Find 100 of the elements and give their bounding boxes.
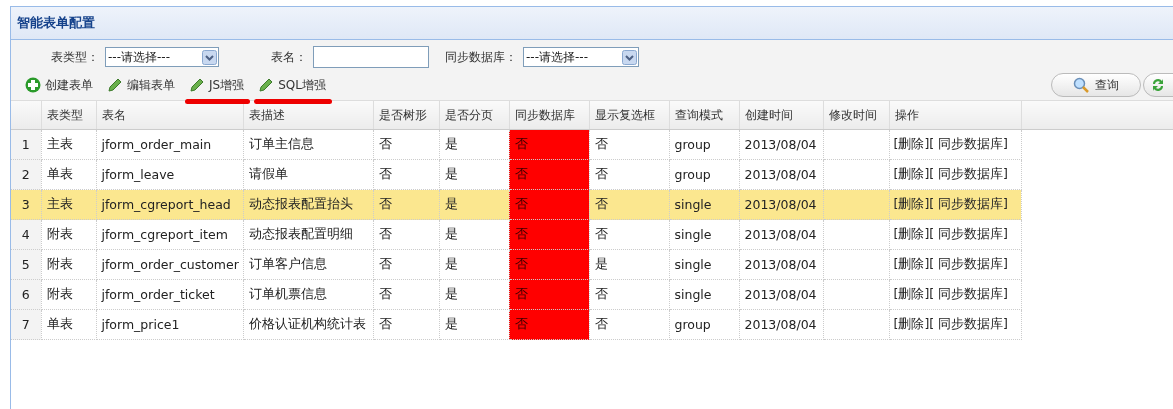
- table-row[interactable]: 1 主表 jform_order_main 订单主信息 否 是 否 否 group 2013/08/04 [删除][ 同步数据库]: [11, 129, 1173, 160]
- filter-label: 同步数据库：: [445, 48, 517, 66]
- search-button[interactable]: 查询: [1051, 73, 1141, 97]
- table-cell: [823, 219, 889, 250]
- table-cell: 否: [373, 279, 439, 310]
- table-cell: 订单主信息: [243, 129, 373, 160]
- toolbar-button[interactable]: 创建表单: [25, 76, 93, 94]
- panel-title: 智能表单配置: [11, 7, 1173, 40]
- table-cell: 否: [509, 219, 589, 250]
- table-cell: 请假单: [243, 159, 373, 190]
- action-link[interactable]: [ 同步数据库]: [929, 136, 1008, 151]
- table-cell: 否: [509, 189, 589, 220]
- table-row[interactable]: 3 主表 jform_cgreport_head 动态报表配置抬头 否 是 否 否 single 2013/08/04 [删除][ 同步数据库]: [11, 189, 1173, 220]
- table-cell: 主表: [41, 129, 96, 160]
- action-link[interactable]: [删除]: [893, 256, 930, 271]
- action-link[interactable]: [ 同步数据库]: [929, 286, 1008, 301]
- table-row[interactable]: 7 单表 jform_price1 价格认证机构统计表 否 是 否 否 group 2013/08/04 [删除][ 同步数据库]: [11, 309, 1173, 340]
- table-cell: 否: [589, 279, 669, 310]
- action-link[interactable]: [删除]: [893, 226, 930, 241]
- table-cell: 否: [373, 189, 439, 220]
- column-header[interactable]: 是否树形: [373, 101, 439, 130]
- table-cell: 附表: [41, 279, 96, 310]
- table-cell: 否: [373, 219, 439, 250]
- table-cell: 否: [589, 189, 669, 220]
- table-cell: 2013/08/04: [739, 129, 823, 160]
- refresh-icon: [1150, 77, 1166, 93]
- action-link[interactable]: [删除]: [893, 196, 930, 211]
- table-cell: [823, 249, 889, 280]
- table-cell: [823, 279, 889, 310]
- table-cell: 动态报表配置明细: [243, 219, 373, 250]
- table-cell: 单表: [41, 309, 96, 340]
- table-cell: 动态报表配置抬头: [243, 189, 373, 220]
- table-cell: jform_order_main: [96, 129, 243, 160]
- table-cell: [823, 189, 889, 220]
- table-cell: [823, 129, 889, 160]
- filter-label: 表类型：: [51, 48, 99, 66]
- table-row[interactable]: 6 附表 jform_order_ticket 订单机票信息 否 是 否 否 single 2013/08/04 [删除][ 同步数据库]: [11, 279, 1173, 310]
- table-cell: group: [669, 309, 739, 340]
- table-cell: jform_cgreport_head: [96, 189, 243, 220]
- action-link[interactable]: [ 同步数据库]: [929, 316, 1008, 331]
- action-link[interactable]: [删除]: [893, 166, 930, 181]
- table-cell: 2013/08/04: [739, 219, 823, 250]
- table-cell: 附表: [41, 219, 96, 250]
- select-field[interactable]: ---请选择---: [105, 47, 219, 67]
- column-header[interactable]: 查询模式: [669, 101, 739, 130]
- row-number: 4: [11, 219, 41, 250]
- row-number: 1: [11, 129, 41, 160]
- table-cell: 是: [439, 189, 509, 220]
- table-cell: 2013/08/04: [739, 279, 823, 310]
- input-field[interactable]: [313, 46, 429, 68]
- pencil-icon: [107, 77, 123, 93]
- column-header[interactable]: 同步数据库: [509, 101, 589, 130]
- select-field[interactable]: ---请选择---: [523, 47, 639, 67]
- column-header[interactable]: 修改时间: [823, 101, 889, 130]
- action-link[interactable]: [删除]: [893, 316, 930, 331]
- column-header[interactable]: 表名: [96, 101, 243, 130]
- row-number: 5: [11, 249, 41, 280]
- row-number: 7: [11, 309, 41, 340]
- table-cell: 2013/08/04: [739, 249, 823, 280]
- row-number: 2: [11, 159, 41, 190]
- table-cell: 否: [589, 219, 669, 250]
- action-link[interactable]: [删除]: [893, 136, 930, 151]
- pencil-icon: [258, 77, 275, 93]
- table-cell: single: [669, 249, 739, 280]
- table-cell: jform_order_ticket: [96, 279, 243, 310]
- toolbar-button[interactable]: SQL增强: [258, 76, 326, 94]
- table-cell: single: [669, 189, 739, 220]
- table-cell: 主表: [41, 189, 96, 220]
- action-link[interactable]: [ 同步数据库]: [929, 196, 1008, 211]
- plus-icon: [25, 77, 41, 93]
- column-header[interactable]: 表类型: [41, 101, 96, 130]
- table-cell: 否: [509, 279, 589, 310]
- action-link[interactable]: [ 同步数据库]: [929, 166, 1008, 181]
- table-cell: 订单机票信息: [243, 279, 373, 310]
- table-row[interactable]: 2 单表 jform_leave 请假单 否 是 否 否 group 2013/08/04 [删除][ 同步数据库]: [11, 159, 1173, 190]
- table-cell: 否: [509, 159, 589, 190]
- table-cell: 否: [373, 249, 439, 280]
- table-cell: jform_cgreport_item: [96, 219, 243, 250]
- column-header[interactable]: 表描述: [243, 101, 373, 130]
- action-link[interactable]: [ 同步数据库]: [929, 256, 1008, 271]
- column-header[interactable]: 是否分页: [439, 101, 509, 130]
- column-header[interactable]: 创建时间: [739, 101, 823, 130]
- action-link[interactable]: [ 同步数据库]: [929, 226, 1008, 241]
- table-cell: 否: [589, 129, 669, 160]
- table-cell: 附表: [41, 249, 96, 280]
- table-row[interactable]: 5 附表 jform_order_customer 订单客户信息 否 是 否 是 single 2013/08/04 [删除][ 同步数据库]: [11, 249, 1173, 280]
- toolbar-button[interactable]: 编辑表单: [107, 76, 175, 94]
- table-cell: 2013/08/04: [739, 189, 823, 220]
- table-cell: single: [669, 279, 739, 310]
- table-cell: 否: [589, 309, 669, 340]
- toolbar-button[interactable]: JS增强: [189, 76, 245, 94]
- table-cell: 否: [373, 309, 439, 340]
- table-cell: 否: [509, 309, 589, 340]
- column-header[interactable]: 操作: [889, 101, 1021, 130]
- table-cell: jform_order_customer: [96, 249, 243, 280]
- column-header[interactable]: 显示复选框: [589, 101, 669, 130]
- table-cell: 2013/08/04: [739, 309, 823, 340]
- table-cell: group: [669, 159, 739, 190]
- table-row[interactable]: 4 附表 jform_cgreport_item 动态报表配置明细 否 是 否 否 single 2013/08/04 [删除][ 同步数据库]: [11, 219, 1173, 250]
- action-link[interactable]: [删除]: [893, 286, 930, 301]
